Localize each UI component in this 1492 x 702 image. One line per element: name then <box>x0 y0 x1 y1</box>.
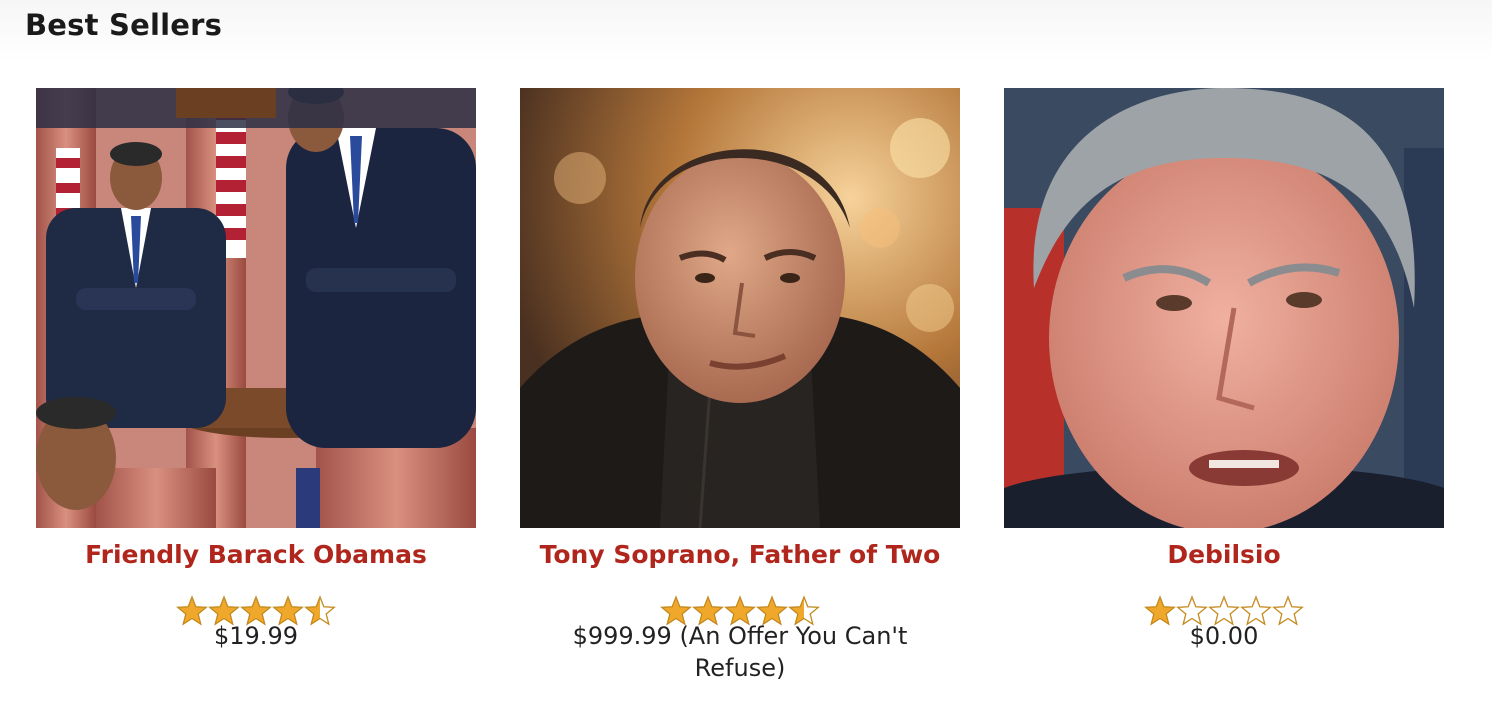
product-title[interactable]: Friendly Barack Obamas <box>36 539 476 571</box>
product-price: $0.00 <box>1004 620 1444 652</box>
product-card[interactable]: Debilsio $0.00 <box>1004 88 1444 652</box>
product-grid: Friendly Barack Obamas $19.99 Tony Sopra… <box>0 0 1492 702</box>
product-price: $19.99 <box>36 620 476 652</box>
product-title[interactable]: Tony Soprano, Father of Two <box>520 539 960 571</box>
price-text: $0.00 <box>1189 622 1259 650</box>
price-text: $19.99 <box>214 622 298 650</box>
product-title[interactable]: Debilsio <box>1004 539 1444 571</box>
product-image[interactable] <box>1004 88 1444 528</box>
product-card[interactable]: Friendly Barack Obamas $19.99 <box>36 88 476 652</box>
product-image[interactable] <box>520 88 960 528</box>
product-card[interactable]: Tony Soprano, Father of Two $999.99 (An … <box>520 88 960 684</box>
product-image[interactable] <box>36 88 476 528</box>
price-text: $999.99 (An Offer You Can't Refuse) <box>572 622 908 682</box>
product-price: $999.99 (An Offer You Can't Refuse) <box>520 620 960 684</box>
